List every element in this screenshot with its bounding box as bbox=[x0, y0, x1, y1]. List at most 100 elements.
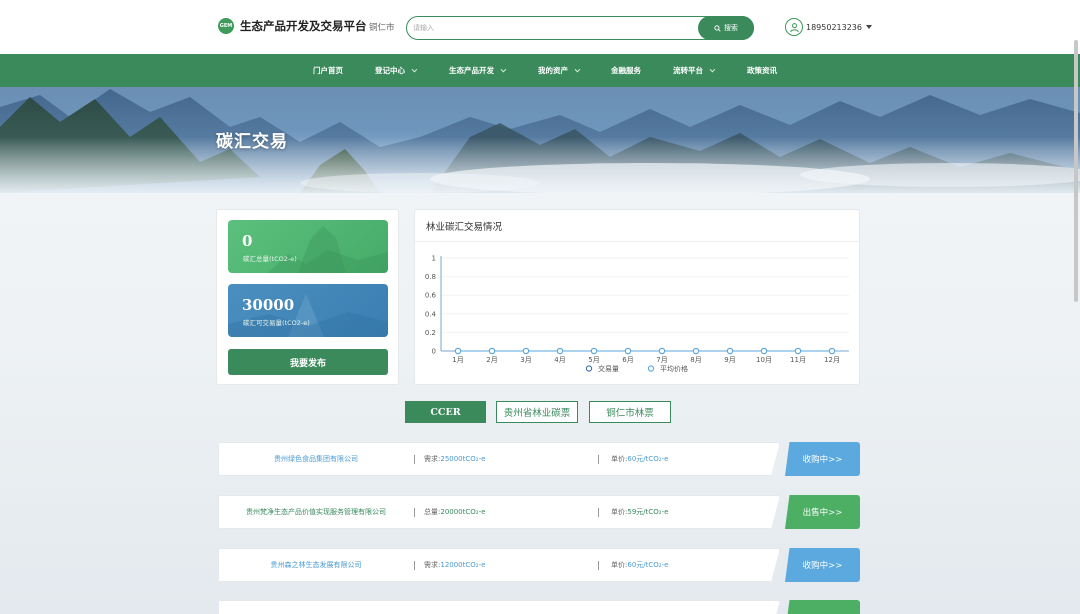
nav-label: 我的资产 bbox=[538, 66, 568, 75]
nav-item-registration[interactable]: 登记中心 bbox=[375, 54, 418, 87]
price-value: 59元/tCO₂-e bbox=[627, 508, 669, 516]
nav-label: 金融服务 bbox=[611, 66, 641, 75]
data-point bbox=[692, 347, 700, 355]
nav-item-development[interactable]: 生态产品开发 bbox=[449, 54, 507, 87]
user-phone: 18950213236 bbox=[806, 22, 862, 32]
divider bbox=[414, 455, 415, 464]
legend-label: 交易量 bbox=[598, 364, 619, 373]
x-tick-label: 6月 bbox=[622, 356, 633, 364]
top-header: GEM 生态产品开发及交易平台 铜仁市 搜索 18950213236 bbox=[0, 0, 1080, 54]
data-point bbox=[658, 347, 666, 355]
main-nav: 门户首页 登记中心 生态产品开发 我的资产 金融服务 流转平台 政策资讯 bbox=[0, 54, 1080, 87]
y-tick-label: 0.8 bbox=[425, 273, 436, 281]
logo-mark-icon: GEM bbox=[218, 18, 234, 34]
divider bbox=[414, 508, 415, 517]
search-input[interactable] bbox=[413, 20, 693, 36]
listing-row[interactable]: 贵州绿色食品集团有限公司 需求:25000tCO₂-e 单价:60元/tCO₂-… bbox=[218, 442, 860, 476]
x-tick-label: 5月 bbox=[588, 356, 599, 364]
listing-quantity: 需求:12000tCO₂-e bbox=[424, 548, 485, 582]
listing-company[interactable]: 贵州森之林生态发展有限公司 bbox=[218, 548, 414, 582]
buying-action-button[interactable]: 收购中>> bbox=[785, 548, 860, 582]
platform-logo[interactable]: GEM 生态产品开发及交易平台 bbox=[218, 18, 367, 34]
search-icon bbox=[714, 24, 721, 32]
x-tick-label: 8月 bbox=[690, 356, 701, 364]
buying-action-button[interactable]: 收购中>> bbox=[785, 442, 860, 476]
data-point bbox=[454, 347, 462, 355]
tab-guizhou-forest-ticket[interactable]: 贵州省林业碳票 bbox=[496, 401, 578, 423]
quantity-value: 25000tCO₂-e bbox=[440, 455, 486, 463]
publish-button[interactable]: 我要发布 bbox=[228, 349, 388, 375]
trade-line-chart: 00.20.40.60.811月 2月 3月 4月 5月 6月 7月 8月 9月 10月 11月 12… bbox=[425, 255, 849, 373]
legend-label: 平均价格 bbox=[660, 364, 688, 373]
listing-row[interactable]: 贵州森之林生态发展有限公司 需求:12000tCO₂-e 单价:60元/tCO₂… bbox=[218, 548, 860, 582]
nav-label: 生态产品开发 bbox=[449, 66, 494, 75]
search-box: 搜索 bbox=[406, 16, 754, 40]
quantity-label: 需求: bbox=[424, 561, 441, 569]
chevron-down-icon bbox=[709, 66, 716, 73]
y-tick-label: 0.2 bbox=[425, 329, 436, 337]
tab-tongren-forest-ticket[interactable]: 铜仁市林票 bbox=[589, 401, 671, 423]
legend-marker bbox=[647, 365, 655, 372]
selling-action-button[interactable]: 出售中>> bbox=[785, 495, 860, 529]
nav-item-finance[interactable]: 金融服务 bbox=[611, 54, 641, 87]
price-value: 60元/tCO₂-e bbox=[627, 561, 669, 569]
listing-quantity: 需求:25000tCO₂-e bbox=[424, 442, 485, 476]
mountain-scenery-image bbox=[0, 89, 1080, 193]
page-title: 碳汇交易 bbox=[216, 132, 288, 152]
divider bbox=[598, 561, 599, 570]
stats-panel: 0 碳汇总量(tCO2-e) 30000 碳汇可交易量(tCO2-e) 我要发布 bbox=[216, 209, 399, 385]
nav-label: 门户首页 bbox=[313, 66, 343, 75]
divider bbox=[598, 508, 599, 517]
nav-label: 政策资讯 bbox=[747, 66, 777, 75]
price-value: 60元/tCO₂-e bbox=[627, 455, 669, 463]
listing-company[interactable]: 贵州绿色食品集团有限公司 bbox=[218, 442, 414, 476]
listing-price: 单价:59元/tCO₂-e bbox=[611, 495, 668, 529]
listing-price: 单价:60元/tCO₂-e bbox=[611, 548, 668, 582]
search-button[interactable]: 搜索 bbox=[698, 16, 754, 40]
quantity-value: 12000tCO₂-e bbox=[440, 561, 486, 569]
total-carbon-label: 碳汇总量(tCO2-e) bbox=[243, 255, 297, 263]
data-point bbox=[624, 347, 632, 355]
page-banner: 碳汇交易 bbox=[0, 87, 1080, 193]
chart-panel: 林业碳汇交易情况 0 0.2 0.4 0.6 0.8 1 1月 2月 3月 4月 5月 6月 7月 8月 9… bbox=[414, 209, 860, 385]
nav-item-home[interactable]: 门户首页 bbox=[313, 54, 343, 87]
data-point bbox=[590, 347, 598, 355]
nav-item-assets[interactable]: 我的资产 bbox=[538, 54, 581, 87]
price-label: 单价: bbox=[611, 508, 628, 516]
listing-price: 单价:60元/tCO₂-e bbox=[611, 442, 668, 476]
nav-item-circulation[interactable]: 流转平台 bbox=[673, 54, 716, 87]
tradable-carbon-value: 30000 bbox=[242, 296, 295, 314]
x-tick-label: 4月 bbox=[554, 356, 565, 364]
search-button-label: 搜索 bbox=[724, 24, 738, 32]
nav-label: 流转平台 bbox=[673, 66, 703, 75]
x-tick-label: 1月 bbox=[452, 356, 463, 364]
x-tick-label: 3月 bbox=[520, 356, 531, 364]
user-menu[interactable]: 18950213236 bbox=[785, 18, 872, 36]
nav-item-policy[interactable]: 政策资讯 bbox=[747, 54, 777, 87]
chevron-down-icon bbox=[866, 25, 872, 29]
listing-quantity: 总量:20000tCO₂-e bbox=[424, 495, 485, 529]
nav-label: 登记中心 bbox=[375, 66, 405, 75]
y-tick-label: 0.6 bbox=[425, 292, 437, 300]
tab-ccer[interactable]: CCER bbox=[405, 401, 486, 423]
legend-marker bbox=[585, 365, 593, 372]
x-tick-label: 12月 bbox=[824, 356, 840, 364]
chevron-down-icon bbox=[500, 66, 507, 73]
listing-row[interactable]: 贵州梵净生态产品价值实现服务管理有限公司 总量:20000tCO₂-e 单价:5… bbox=[218, 495, 860, 529]
city-selector[interactable]: 铜仁市 bbox=[369, 21, 395, 33]
chevron-down-icon bbox=[574, 66, 581, 73]
data-point bbox=[726, 347, 734, 355]
x-tick-label: 7月 bbox=[656, 356, 667, 364]
divider bbox=[414, 561, 415, 570]
data-point bbox=[760, 347, 768, 355]
y-tick-label: 1 bbox=[432, 255, 436, 263]
data-point bbox=[828, 347, 836, 355]
listing-company[interactable]: 贵州梵净生态产品价值实现服务管理有限公司 bbox=[218, 495, 414, 529]
page-scrollbar[interactable] bbox=[1074, 40, 1078, 302]
platform-title: 生态产品开发及交易平台 bbox=[240, 19, 367, 33]
x-tick-label: 11月 bbox=[790, 356, 806, 364]
selling-action-button[interactable] bbox=[785, 600, 860, 614]
x-tick-label: 2月 bbox=[486, 356, 497, 364]
listing-row[interactable] bbox=[218, 600, 860, 614]
total-carbon-card: 0 碳汇总量(tCO2-e) bbox=[228, 220, 388, 273]
